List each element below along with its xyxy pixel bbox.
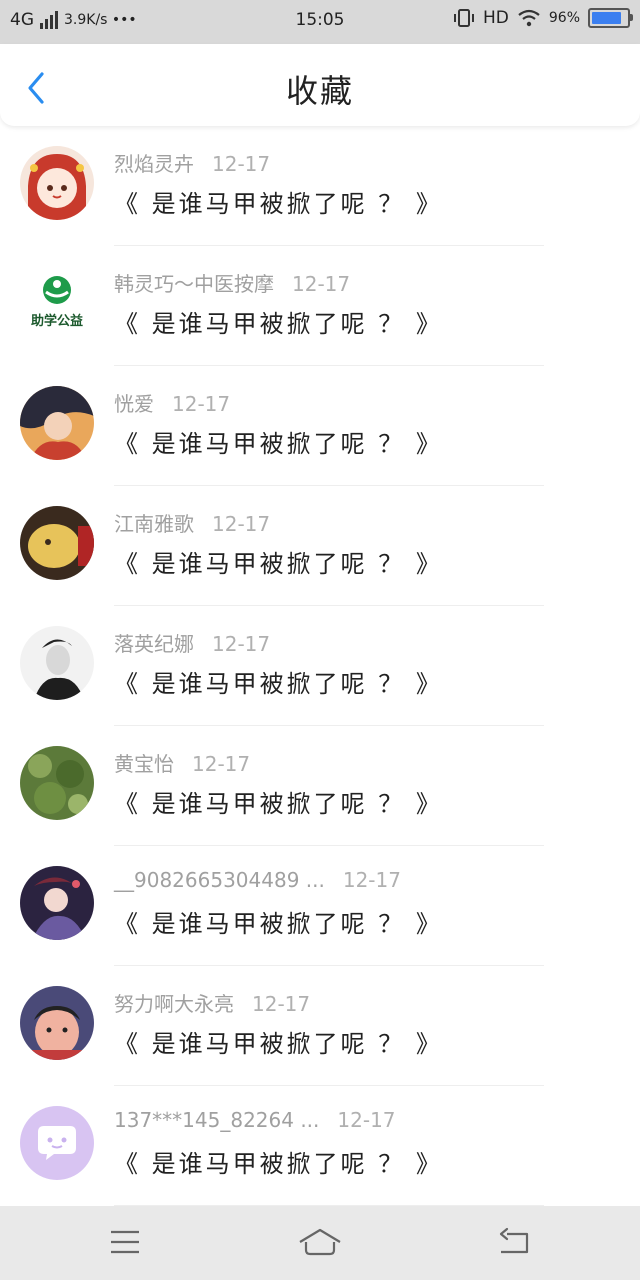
item-title[interactable]: 《 是谁马甲被掀了呢 ？ 》: [114, 544, 443, 579]
item-title[interactable]: 《 是谁马甲被掀了呢 ？ 》: [114, 304, 443, 339]
system-nav-bar: [0, 1206, 640, 1280]
author-name[interactable]: 黄宝怡: [114, 752, 174, 776]
avatar[interactable]: 助学公益: [20, 266, 94, 340]
list-item[interactable]: 努力啊大永亮 12-17 《 是谁马甲被掀了呢 ？ 》: [0, 966, 640, 1086]
author-name[interactable]: 落英纪娜: [114, 632, 194, 656]
item-meta: 江南雅歌 12-17: [114, 508, 270, 537]
battery-percent: 96%: [548, 10, 580, 26]
item-date: 12-17: [342, 868, 401, 892]
item-meta: 137***145_82264 ... 12-17: [114, 1108, 396, 1132]
item-date: 12-17: [252, 992, 311, 1016]
item-title[interactable]: 《 是谁马甲被掀了呢 ？ 》: [114, 1144, 443, 1179]
battery-icon: [588, 8, 633, 28]
item-date: 12-17: [292, 272, 351, 296]
menu-button[interactable]: [101, 1224, 149, 1260]
item-date: 12-17: [192, 752, 251, 776]
author-name[interactable]: 恍爱: [114, 392, 154, 416]
author-name[interactable]: 137***145_82264 ...: [114, 1108, 319, 1132]
item-title[interactable]: 《 是谁马甲被掀了呢 ？ 》: [114, 184, 443, 219]
item-date: 12-17: [212, 152, 271, 176]
item-meta: 黄宝怡 12-17: [114, 748, 250, 777]
hd-label: HD: [483, 8, 509, 28]
item-date: 12-17: [172, 392, 231, 416]
avatar[interactable]: [20, 626, 94, 700]
avatar[interactable]: [20, 866, 94, 940]
item-date: 12-17: [212, 512, 271, 536]
author-name[interactable]: __9082665304489 ...: [114, 868, 325, 892]
item-date: 12-17: [337, 1108, 396, 1132]
item-meta: 韩灵巧～中医按摩 12-17: [114, 268, 350, 297]
item-title[interactable]: 《 是谁马甲被掀了呢 ？ 》: [114, 784, 443, 819]
page-title: 收藏: [285, 72, 354, 110]
avatar[interactable]: [20, 986, 94, 1060]
avatar-logo-text: 助学公益: [30, 314, 83, 329]
list-item[interactable]: 烈焰灵卉 12-17 《 是谁马甲被掀了呢 ？ 》: [0, 126, 640, 246]
status-bar: 4G 3.9K/s ••• 15:05 HD 96%: [0, 0, 640, 44]
item-title[interactable]: 《 是谁马甲被掀了呢 ？ 》: [114, 424, 443, 459]
header: 收藏: [0, 44, 640, 126]
avatar[interactable]: [20, 506, 94, 580]
item-date: 12-17: [212, 632, 271, 656]
item-meta: 落英纪娜 12-17: [114, 628, 270, 657]
system-back-button[interactable]: [491, 1224, 539, 1260]
author-name[interactable]: 江南雅歌: [114, 512, 194, 536]
list-item[interactable]: 黄宝怡 12-17 《 是谁马甲被掀了呢 ？ 》: [0, 726, 640, 846]
menu-icon: [111, 1230, 139, 1254]
home-icon: [299, 1228, 341, 1256]
back-arrow-icon: [499, 1227, 529, 1254]
avatar[interactable]: [20, 1106, 94, 1180]
item-title[interactable]: 《 是谁马甲被掀了呢 ？ 》: [114, 904, 443, 939]
item-meta: 烈焰灵卉 12-17: [114, 148, 270, 177]
wifi-icon: [518, 9, 540, 27]
list-item[interactable]: 137***145_82264 ... 12-17 《 是谁马甲被掀了呢 ？ 》: [0, 1086, 640, 1206]
list-item[interactable]: __9082665304489 ... 12-17 《 是谁马甲被掀了呢 ？ 》: [0, 846, 640, 966]
item-title[interactable]: 《 是谁马甲被掀了呢 ？ 》: [114, 664, 443, 699]
avatar[interactable]: [20, 386, 94, 460]
list-item[interactable]: 恍爱 12-17 《 是谁马甲被掀了呢 ？ 》: [0, 366, 640, 486]
avatar[interactable]: [20, 146, 94, 220]
list-item[interactable]: 江南雅歌 12-17 《 是谁马甲被掀了呢 ？ 》: [0, 486, 640, 606]
avatar[interactable]: [20, 746, 94, 820]
author-name[interactable]: 韩灵巧～中医按摩: [114, 272, 274, 296]
item-meta: __9082665304489 ... 12-17: [114, 868, 401, 892]
item-meta: 恍爱 12-17: [114, 388, 230, 417]
list-item[interactable]: 落英纪娜 12-17 《 是谁马甲被掀了呢 ？ 》: [0, 606, 640, 726]
home-button[interactable]: [296, 1224, 344, 1260]
item-title[interactable]: 《 是谁马甲被掀了呢 ？ 》: [114, 1024, 443, 1059]
list-item[interactable]: 助学公益 韩灵巧～中医按摩 12-17 《 是谁马甲被掀了呢 ？ 》: [0, 246, 640, 366]
author-name[interactable]: 烈焰灵卉: [114, 152, 194, 176]
favorites-list: 烈焰灵卉 12-17 《 是谁马甲被掀了呢 ？ 》助学公益 韩灵巧～中医按摩 12-17…: [0, 126, 640, 1206]
author-name[interactable]: 努力啊大永亮: [114, 992, 234, 1016]
vibrate-icon: [454, 9, 474, 27]
status-right: HD 96%: [453, 8, 633, 28]
item-meta: 努力啊大永亮 12-17: [114, 988, 310, 1017]
